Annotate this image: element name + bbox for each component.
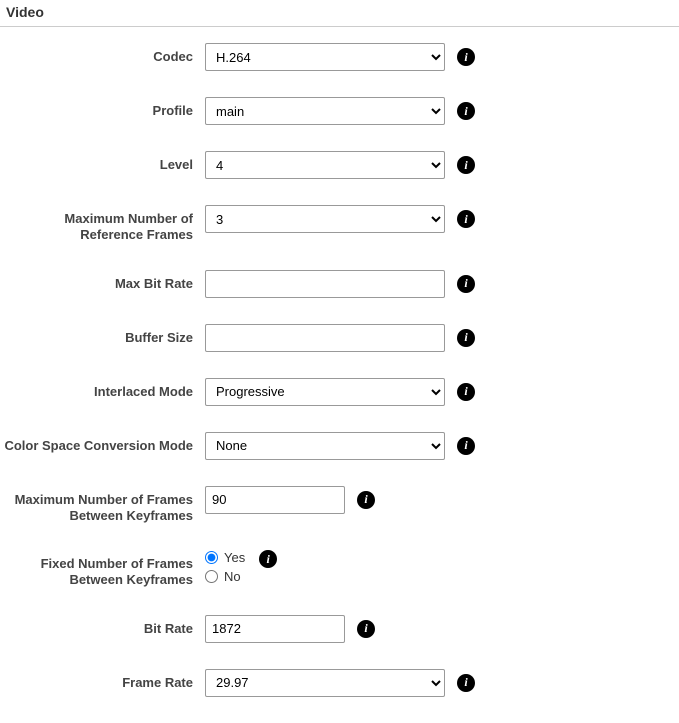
codec-select[interactable]: H.264 <box>205 43 445 71</box>
color-space-select[interactable]: None <box>205 432 445 460</box>
fixed-frames-no-label: No <box>224 569 241 584</box>
bit-rate-row: Bit Rate i <box>0 615 679 643</box>
profile-label: Profile <box>0 97 205 119</box>
max-frames-keyframes-input[interactable] <box>205 486 345 514</box>
info-icon[interactable]: i <box>457 437 475 455</box>
buffer-size-label: Buffer Size <box>0 324 205 346</box>
video-form: Codec H.264 i Profile main i Level 4 i M… <box>0 27 679 697</box>
frame-rate-row: Frame Rate 29.97 i <box>0 669 679 697</box>
bit-rate-input[interactable] <box>205 615 345 643</box>
level-select[interactable]: 4 <box>205 151 445 179</box>
info-icon[interactable]: i <box>457 329 475 347</box>
section-title: Video <box>0 0 679 27</box>
max-bit-rate-input[interactable] <box>205 270 445 298</box>
max-bit-rate-label: Max Bit Rate <box>0 270 205 292</box>
info-icon[interactable]: i <box>457 156 475 174</box>
codec-row: Codec H.264 i <box>0 43 679 71</box>
fixed-frames-yes-label: Yes <box>224 550 245 565</box>
fixed-frames-keyframes-label: Fixed Number of Frames Between Keyframes <box>0 550 205 589</box>
frame-rate-label: Frame Rate <box>0 669 205 691</box>
codec-label: Codec <box>0 43 205 65</box>
color-space-label: Color Space Conversion Mode <box>0 432 205 454</box>
max-ref-frames-label: Maximum Number of Reference Frames <box>0 205 205 244</box>
buffer-size-row: Buffer Size i <box>0 324 679 352</box>
max-bit-rate-row: Max Bit Rate i <box>0 270 679 298</box>
max-frames-keyframes-label: Maximum Number of Frames Between Keyfram… <box>0 486 205 525</box>
max-frames-keyframes-row: Maximum Number of Frames Between Keyfram… <box>0 486 679 525</box>
info-icon[interactable]: i <box>457 210 475 228</box>
fixed-frames-yes-radio[interactable] <box>205 551 218 564</box>
profile-select[interactable]: main <box>205 97 445 125</box>
info-icon[interactable]: i <box>357 491 375 509</box>
fixed-frames-radio-group: Yes No <box>205 550 245 584</box>
buffer-size-input[interactable] <box>205 324 445 352</box>
interlaced-mode-select[interactable]: Progressive <box>205 378 445 406</box>
frame-rate-select[interactable]: 29.97 <box>205 669 445 697</box>
info-icon[interactable]: i <box>457 275 475 293</box>
level-row: Level 4 i <box>0 151 679 179</box>
info-icon[interactable]: i <box>457 102 475 120</box>
color-space-row: Color Space Conversion Mode None i <box>0 432 679 460</box>
max-ref-frames-row: Maximum Number of Reference Frames 3 i <box>0 205 679 244</box>
fixed-frames-no-radio[interactable] <box>205 570 218 583</box>
level-label: Level <box>0 151 205 173</box>
info-icon[interactable]: i <box>457 48 475 66</box>
profile-row: Profile main i <box>0 97 679 125</box>
info-icon[interactable]: i <box>259 550 277 568</box>
bit-rate-label: Bit Rate <box>0 615 205 637</box>
fixed-frames-keyframes-row: Fixed Number of Frames Between Keyframes… <box>0 550 679 589</box>
info-icon[interactable]: i <box>357 620 375 638</box>
info-icon[interactable]: i <box>457 674 475 692</box>
info-icon[interactable]: i <box>457 383 475 401</box>
interlaced-mode-label: Interlaced Mode <box>0 378 205 400</box>
interlaced-mode-row: Interlaced Mode Progressive i <box>0 378 679 406</box>
max-ref-frames-select[interactable]: 3 <box>205 205 445 233</box>
